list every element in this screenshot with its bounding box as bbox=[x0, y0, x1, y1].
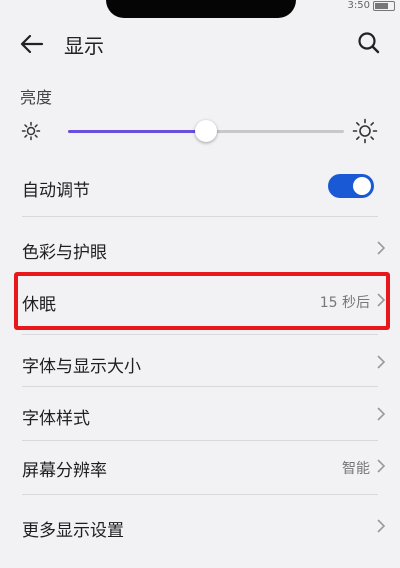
chevron-right-icon bbox=[377, 459, 386, 473]
highlight-box bbox=[14, 272, 390, 330]
divider bbox=[22, 494, 378, 495]
chevron-right-icon bbox=[377, 407, 386, 421]
divider bbox=[22, 334, 378, 335]
row-label: 字体与显示大小 bbox=[22, 357, 141, 377]
status-time: 3:50 bbox=[347, 0, 370, 11]
chevron-right-icon bbox=[377, 355, 386, 369]
brightness-slider-fill bbox=[68, 130, 206, 133]
row-label: 屏幕分辨率 bbox=[22, 461, 107, 481]
settings-row-auto-brightness[interactable]: 自动调节 bbox=[0, 160, 400, 214]
brightness-high-icon bbox=[352, 118, 378, 144]
row-label: 色彩与护眼 bbox=[22, 243, 107, 263]
row-label: 字体样式 bbox=[22, 409, 90, 429]
battery-icon bbox=[373, 1, 395, 11]
row-label: 自动调节 bbox=[22, 181, 90, 201]
divider bbox=[22, 386, 378, 387]
status-bar: 3:50 bbox=[0, 0, 400, 18]
divider bbox=[22, 216, 378, 217]
row-value: 智能 bbox=[342, 461, 370, 477]
page-title: 显示 bbox=[64, 34, 104, 58]
search-icon[interactable] bbox=[356, 30, 382, 56]
settings-row-more-display[interactable]: 更多显示设置 bbox=[0, 500, 400, 554]
brightness-slider[interactable] bbox=[68, 120, 344, 142]
settings-row-screen-resolution[interactable]: 屏幕分辨率 智能 bbox=[0, 440, 400, 494]
brightness-slider-row bbox=[0, 114, 400, 150]
back-arrow-icon[interactable] bbox=[18, 32, 46, 56]
settings-row-font-style[interactable]: 字体样式 bbox=[0, 388, 400, 442]
settings-row-font-display-size[interactable]: 字体与显示大小 bbox=[0, 336, 400, 390]
brightness-slider-thumb[interactable] bbox=[195, 120, 217, 142]
brightness-low-icon bbox=[21, 121, 41, 141]
brightness-section-label: 亮度 bbox=[20, 88, 53, 107]
app-header: 显示 bbox=[0, 24, 400, 64]
chevron-right-icon bbox=[377, 241, 386, 255]
settings-row-color-eye-comfort[interactable]: 色彩与护眼 bbox=[0, 222, 400, 276]
toggle-thumb bbox=[353, 177, 371, 195]
camera-notch bbox=[106, 0, 296, 18]
row-label: 更多显示设置 bbox=[22, 521, 124, 541]
chevron-right-icon bbox=[377, 519, 386, 533]
auto-brightness-toggle[interactable] bbox=[328, 174, 374, 198]
